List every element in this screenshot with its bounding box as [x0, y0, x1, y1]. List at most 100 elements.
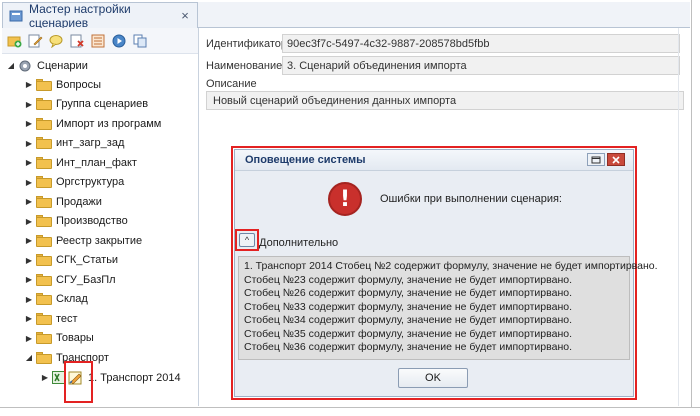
folder-icon — [36, 78, 52, 91]
folder-icon — [36, 293, 52, 305]
folder-icon — [36, 156, 52, 169]
id-field[interactable]: 90ec3f7c-5497-4c32-9887-208578bd5fbb — [282, 34, 680, 53]
tree-item-label: тест — [56, 312, 78, 325]
tree-item[interactable]: ▶ Группа сценариев — [24, 95, 148, 114]
tree-root[interactable]: ◢ Сценарии — [6, 56, 88, 75]
copy-button[interactable] — [132, 32, 149, 49]
expand-arrow-icon[interactable]: ▶ — [24, 100, 34, 109]
details-label: Дополнительно — [259, 237, 339, 249]
tree-item-label: СГУ_БазПл — [56, 273, 116, 286]
expand-arrow-icon[interactable]: ▶ — [24, 275, 34, 284]
expand-arrow-icon[interactable]: ▶ — [40, 373, 50, 382]
delete-button[interactable] — [69, 32, 86, 49]
restore-icon — [591, 156, 601, 163]
close-icon[interactable]: × — [177, 8, 193, 23]
delete-icon — [70, 34, 84, 47]
expand-arrow-icon[interactable]: ▶ — [24, 256, 34, 265]
tree-item[interactable]: ▶ Продажи — [24, 192, 102, 211]
collapse-arrow-icon[interactable]: ◢ — [6, 61, 16, 70]
expand-arrow-icon[interactable]: ▶ — [24, 178, 34, 187]
folder-icon — [36, 176, 52, 188]
description-field[interactable]: Новый сценарий объединения данных импорт… — [206, 91, 684, 110]
folder-icon — [36, 234, 52, 247]
tree-child-item[interactable]: ▶ 1. Транспорт 2014 — [40, 368, 181, 387]
tree-item-label: Импорт из программ — [56, 117, 162, 130]
tree-item[interactable]: ▶ СГК_Статьи — [24, 251, 118, 270]
expand-arrow-icon[interactable]: ▶ — [24, 197, 34, 206]
edit-icon — [28, 34, 43, 47]
tree-item-label: Продажи — [56, 195, 102, 208]
expand-arrow-icon[interactable]: ▶ — [24, 236, 34, 245]
details-line: Стобец №23 содержит формулу, значение не… — [244, 273, 572, 286]
details-text-area[interactable]: 1. Транспорт 2014 Стобец №2 содержит фор… — [238, 256, 658, 360]
expand-arrow-icon[interactable]: ▶ — [24, 139, 34, 148]
tree-item[interactable]: ▶ Инт_план_факт — [24, 153, 137, 172]
tab-scenario-wizard[interactable]: Мастер настройки сценариев × — [2, 1, 198, 30]
properties-button[interactable] — [90, 32, 107, 49]
add-folder-button[interactable] — [6, 32, 23, 49]
description-label: Описание — [206, 78, 257, 90]
expand-arrow-icon[interactable]: ▶ — [24, 314, 34, 323]
tab-title: Мастер настройки сценариев — [29, 1, 131, 30]
expand-arrow-icon[interactable]: ▶ — [24, 217, 34, 226]
torn-edge-right — [691, 0, 700, 416]
tab-strip-background — [198, 2, 690, 27]
ok-button[interactable]: OK — [398, 368, 468, 388]
folder-icon — [36, 273, 52, 286]
tree-item[interactable]: ▶ Реестр закрытие — [24, 231, 142, 250]
comment-button[interactable] — [48, 32, 65, 49]
properties-icon — [91, 34, 105, 47]
name-field[interactable]: 3. Сценарий объединения импорта — [282, 56, 680, 75]
dialog-titlebar[interactable]: Оповещение системы — [235, 150, 633, 171]
details-line: Стобец №33 содержит формулу, значение не… — [244, 300, 572, 313]
tree-item[interactable]: ▶ инт_загр_зад — [24, 134, 124, 153]
folder-icon — [36, 215, 52, 227]
tree-item[interactable]: ▶ тест — [24, 309, 78, 328]
tree-item[interactable]: ▶ СГУ_БазПл — [24, 270, 116, 289]
tree-item-label: Товары — [56, 332, 94, 344]
scenario-tree-panel: ◢ Сценарии ▶ Вопросы ▶ Группа сценариев … — [2, 28, 199, 406]
comment-icon — [49, 34, 63, 48]
restore-button[interactable] — [587, 153, 605, 166]
edit-button[interactable] — [27, 32, 44, 49]
folder-icon — [36, 312, 52, 325]
details-line: Стобец №26 содержит формулу, значение не… — [244, 287, 572, 299]
copy-icon — [133, 34, 147, 47]
expand-arrow-icon[interactable]: ▶ — [24, 158, 34, 167]
dialog-title: Оповещение системы — [245, 154, 366, 166]
highlight-frame-scenario-icon — [64, 361, 93, 403]
tree-item-label: инт_загр_зад — [56, 137, 125, 149]
folder-icon — [36, 117, 52, 130]
collapse-arrow-icon[interactable]: ◢ — [24, 353, 34, 362]
wizard-icon — [9, 10, 23, 21]
details-line: 1. Транспорт 2014 Стобец №2 содержит фор… — [244, 260, 658, 272]
folder-icon — [36, 137, 52, 149]
id-row: Идентификатор 90ec3f7c-5497-4c32-9887-20… — [206, 34, 680, 53]
folder-icon — [36, 195, 52, 208]
run-button[interactable] — [111, 32, 128, 49]
close-icon — [612, 155, 620, 164]
tree-item[interactable]: ▶ Вопросы — [24, 75, 101, 94]
tree-item-label: Реестр закрытие — [56, 234, 143, 247]
tree-item-label: Оргструктура — [56, 176, 125, 188]
dialog-close-button[interactable] — [607, 153, 625, 166]
tree-item[interactable]: ▶ Производство — [24, 212, 128, 231]
add-folder-icon — [7, 36, 22, 47]
folder-icon — [36, 332, 52, 344]
collapse-details-button[interactable]: ^ — [239, 233, 255, 247]
error-icon: ! — [328, 182, 362, 216]
expand-arrow-icon[interactable]: ▶ — [24, 295, 34, 304]
expand-arrow-icon[interactable]: ▶ — [24, 119, 34, 128]
folder-open-icon — [36, 351, 52, 364]
tree-item-label: Склад — [56, 293, 88, 305]
expand-arrow-icon[interactable]: ▶ — [24, 334, 34, 343]
tree-item-label: Инт_план_факт — [56, 156, 137, 169]
tree-item[interactable]: ▶ Оргструктура — [24, 173, 124, 192]
details-line: Стобец №35 содержит формулу, значение не… — [244, 327, 572, 340]
tree-item[interactable]: ▶ Склад — [24, 290, 88, 309]
tree-item[interactable]: ▶ Товары — [24, 329, 94, 348]
tree-item-label: Производство — [56, 215, 128, 227]
panel-divider — [678, 28, 679, 406]
expand-arrow-icon[interactable]: ▶ — [24, 80, 34, 89]
tree-item[interactable]: ▶ Импорт из программ — [24, 114, 161, 133]
